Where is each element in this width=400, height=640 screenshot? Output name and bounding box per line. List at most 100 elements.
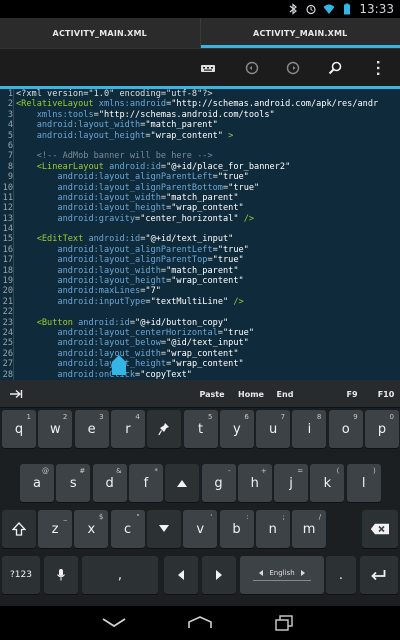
key-t[interactable]: t5 [183, 410, 218, 448]
key-r[interactable]: r4 [110, 410, 145, 448]
key-e[interactable]: e3 [74, 410, 109, 448]
code-line[interactable]: 8 <LinearLayout android:id="@+id/place_f… [0, 162, 400, 172]
f10-key[interactable]: F10 [374, 380, 398, 408]
code-line[interactable]: 17 android:layout_alignParentTop="true" [0, 255, 400, 265]
key-h[interactable]: h + [237, 464, 272, 502]
f9-key[interactable]: F9 [342, 380, 362, 408]
key-s[interactable]: s # [56, 464, 91, 502]
code-line[interactable]: 9 android:layout_alignParentLeft="true" [0, 172, 400, 182]
back-button[interactable] [100, 613, 128, 633]
line-text: android:layout_height="wrap_content" [16, 203, 243, 213]
tab-key[interactable] [4, 380, 28, 408]
key-label: j [289, 475, 293, 491]
code-line[interactable]: 24 android:layout_centerHorizontal="true… [0, 328, 400, 338]
bluetooth-icon [290, 3, 298, 15]
arrow-left-key[interactable] [164, 556, 198, 594]
code-line[interactable]: 19 android:layout_height="wrap_content" [0, 276, 400, 286]
recent-apps-button[interactable] [270, 613, 298, 633]
code-line[interactable]: 5 android:layout_height="wrap_content" > [0, 131, 400, 141]
code-line[interactable]: 3 xmlns:tools="http://schemas.android.co… [0, 110, 400, 120]
key-j[interactable]: j = [274, 464, 309, 502]
code-line[interactable]: 27 android:layout_height="wrap_content" [0, 359, 400, 369]
code-line[interactable]: 1 <?xml version="1.0" encoding="utf-8"?> [0, 89, 400, 99]
key-label: a [33, 475, 41, 491]
code-line[interactable]: 2 <RelativeLayout xmlns:android="http://s… [0, 99, 400, 109]
code-line[interactable]: 15 <EditText android:id="@+id/text_input… [0, 234, 400, 244]
voice-input-key[interactable] [44, 556, 78, 594]
overflow-menu-button[interactable] [368, 58, 388, 78]
arrow-right-key[interactable] [202, 556, 236, 594]
code-line[interactable]: 18 android:layout_width="match_parent" [0, 266, 400, 276]
key-d[interactable]: d & [92, 464, 127, 502]
code-line[interactable]: 22 [0, 307, 400, 317]
key-v[interactable]: v ' [183, 510, 218, 548]
code-line[interactable]: 23 <Button android:id="@+id/button_copy" [0, 318, 400, 328]
line-number: 26 [2, 348, 13, 359]
key-w[interactable]: w2 [38, 410, 73, 448]
key-y[interactable]: y6 [219, 410, 254, 448]
code-token: /> [228, 296, 244, 307]
arrow-right-icon [216, 570, 222, 580]
key-label: l [361, 475, 366, 491]
code-line[interactable]: 16 android:layout_alignParentLeft="true" [0, 245, 400, 255]
del-key[interactable] [362, 510, 398, 548]
key-m[interactable]: m / [292, 510, 327, 548]
redo-button[interactable] [283, 58, 303, 78]
key-a[interactable]: a @ [20, 464, 54, 502]
search-button[interactable] [325, 58, 345, 78]
home-button[interactable] [186, 613, 214, 633]
redo-icon [286, 61, 300, 75]
code-line[interactable]: 7 <!-- AdMob banner will be here --> [0, 151, 400, 161]
key-p[interactable]: p0 [365, 410, 399, 448]
key-g[interactable]: g- [201, 464, 236, 502]
tab-activity-main-1[interactable]: ACTIVITY_MAIN.XML [0, 18, 200, 48]
code-line[interactable]: 6 [0, 141, 400, 151]
key-x[interactable]: x $ [74, 510, 109, 548]
code-line[interactable]: 14 [0, 224, 400, 234]
code-line[interactable]: 11 android:layout_width="match_parent" [0, 193, 400, 203]
line-number: 13 [2, 213, 13, 224]
shift-key[interactable] [2, 510, 36, 548]
code-line[interactable]: 28 android:onClick="copyText" [0, 370, 400, 380]
end-key[interactable]: End [272, 380, 298, 408]
code-line[interactable]: 4 android:layout_width="match_parent" [0, 120, 400, 130]
code-token: android:layout_centerHorizontal [57, 327, 218, 338]
key-b[interactable]: b: [219, 510, 254, 548]
keyboard-toggle-button[interactable] [198, 58, 218, 78]
code-line[interactable]: 12 android:layout_height="wrap_content" [0, 203, 400, 213]
key-l[interactable]: l) [346, 464, 381, 502]
code-line[interactable]: 21 android:inputType="textMultiLine" /> [0, 297, 400, 307]
home-key[interactable]: Home [236, 380, 266, 408]
tab-activity-main-2[interactable]: ACTIVITY_MAIN.XML [199, 18, 400, 48]
down-key[interactable] [146, 510, 181, 548]
key-z[interactable]: z _ [38, 510, 72, 548]
code-line[interactable]: 26 android:layout_width="wrap_content" [0, 349, 400, 359]
key-label: s [69, 475, 77, 491]
code-line[interactable]: 25 android:layout_below="@id/text_input" [0, 338, 400, 348]
code-editor[interactable]: 1 <?xml version="1.0" encoding="utf-8"?> 2… [0, 86, 400, 380]
space-key[interactable]: English [240, 556, 324, 594]
key-q[interactable]: q1 [2, 410, 36, 448]
text-selection-handle[interactable] [111, 354, 127, 376]
key-o[interactable]: o9 [328, 410, 363, 448]
key-f[interactable]: f * [128, 464, 163, 502]
line-text: android:layout_width="match_parent" [16, 266, 238, 276]
code-area[interactable]: 1 <?xml version="1.0" encoding="utf-8"?> 2… [0, 89, 400, 380]
key-n[interactable]: n; [255, 510, 290, 548]
key-u[interactable]: u7 [256, 410, 291, 448]
undo-button[interactable] [242, 58, 262, 78]
code-token: "center_horizontal" [140, 213, 239, 224]
enter-key[interactable] [360, 556, 398, 594]
period-key[interactable]: . [326, 556, 356, 594]
key-k[interactable]: k( [310, 464, 345, 502]
code-line[interactable]: 20 android:maxLines="7" [0, 286, 400, 296]
comma-key[interactable]: , [82, 556, 158, 594]
up-key[interactable] [165, 464, 200, 502]
pin-key[interactable] [147, 410, 182, 448]
code-line[interactable]: 10 android:layout_alignParentBottom="tru… [0, 183, 400, 193]
key-c[interactable]: c " [110, 510, 145, 548]
key-i[interactable]: i8 [292, 410, 327, 448]
paste-key[interactable]: Paste [190, 380, 234, 408]
code-line[interactable]: 13 android:gravity="center_horizontal" /… [0, 214, 400, 224]
symbols-key[interactable]: ?123 [2, 556, 40, 594]
